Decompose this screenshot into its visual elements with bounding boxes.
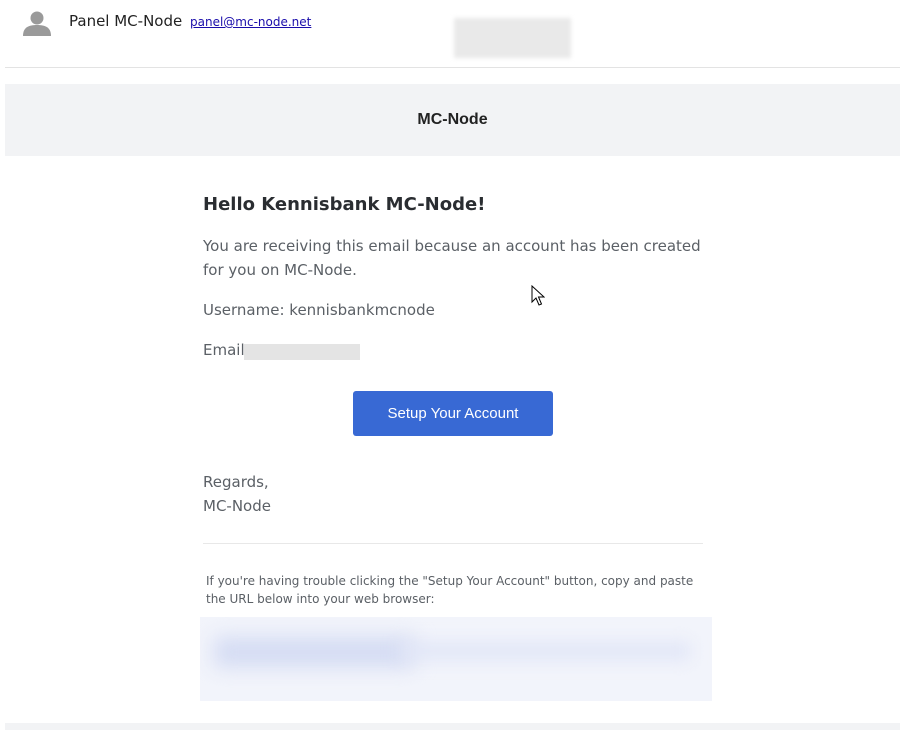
email-banner: MC-Node (5, 84, 900, 156)
redacted-url (200, 617, 712, 701)
person-icon (23, 11, 51, 36)
signature-text: MC-Node (203, 497, 271, 515)
divider (203, 543, 703, 544)
mouse-pointer-icon (531, 285, 545, 306)
email-line: Email: (203, 338, 250, 362)
regards-text: Regards, (203, 473, 269, 491)
sender-name: Panel MC-Node (69, 12, 183, 30)
trouble-footnote: If you're having trouble clicking the "S… (206, 574, 694, 606)
footer-band (5, 723, 900, 730)
sender-header: Panel MC-Node panel@mc-node.net (0, 0, 909, 67)
greeting-heading: Hello Kennisbank MC-Node! (203, 194, 486, 215)
sender-email-link[interactable]: panel@mc-node.net (190, 15, 311, 29)
setup-account-button[interactable]: Setup Your Account (353, 391, 553, 436)
username-line: Username: kennisbankmcnode (203, 301, 435, 319)
intro-paragraph: You are receiving this email because an … (203, 237, 701, 279)
redacted-email (244, 344, 360, 360)
email-viewer: Panel MC-Node panel@mc-node.net MC-Node … (0, 0, 909, 730)
sender-line: Panel MC-Node panel@mc-node.net (69, 12, 311, 30)
banner-title: MC-Node (417, 111, 488, 128)
redacted-block (454, 18, 571, 58)
signoff: Regards, MC-Node (203, 470, 271, 518)
divider (5, 67, 900, 68)
email-label: Email: (203, 341, 250, 359)
